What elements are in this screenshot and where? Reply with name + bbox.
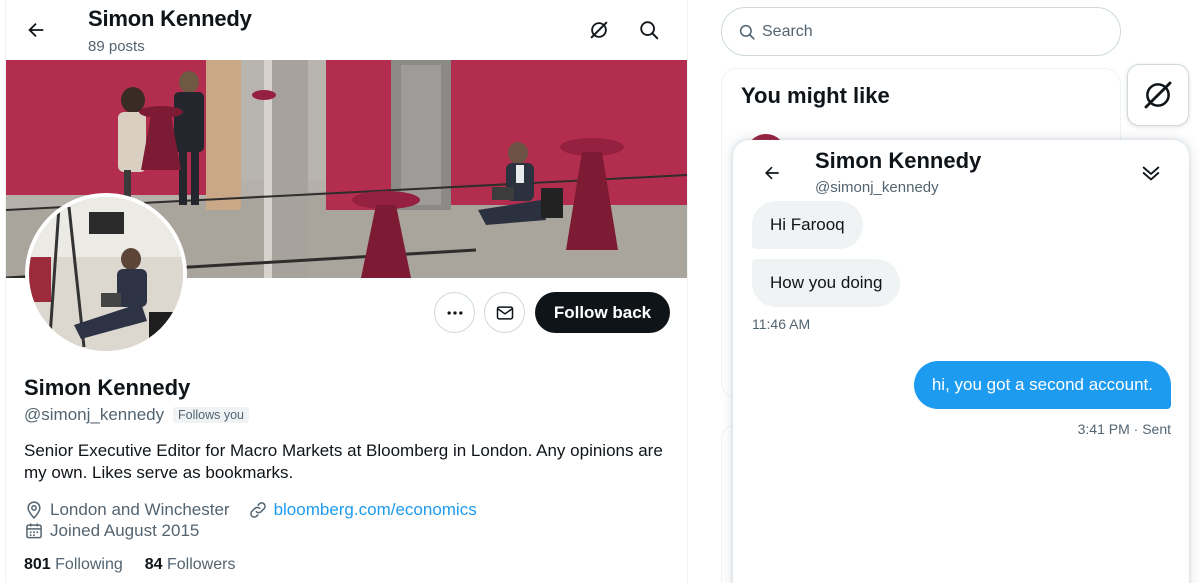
profile-meta-row: London and Winchester bloomberg.com/econ… (24, 500, 477, 520)
grok-icon (590, 21, 608, 39)
profile-search-button[interactable] (632, 13, 666, 47)
search-icon (640, 21, 659, 40)
profile-column: Simon Kennedy 89 posts Follow back Simon… (5, 0, 688, 583)
calendar-icon (26, 523, 42, 539)
profile-joined-row: Joined August 2015 (24, 521, 199, 541)
you-might-like-title: You might like (741, 83, 890, 108)
grok-icon (1144, 81, 1172, 109)
search-input[interactable] (762, 22, 1082, 41)
dm-contact-name[interactable]: Simon Kennedy (815, 148, 981, 174)
incoming-timestamp: 11:46 AM (752, 316, 811, 332)
double-chevron-down-icon (1142, 166, 1160, 181)
followers-link[interactable]: 84 Followers (145, 556, 236, 574)
profile-header-bar: Simon Kennedy 89 posts (6, 0, 687, 60)
profile-handle: @simonj_kennedy (24, 405, 165, 424)
sidebar-search[interactable] (721, 7, 1121, 56)
grok-floating-button[interactable] (1127, 64, 1189, 126)
profile-avatar[interactable] (25, 193, 187, 355)
message-button[interactable] (484, 292, 525, 333)
grok-button[interactable] (582, 13, 616, 47)
back-arrow-icon (28, 22, 44, 38)
envelope-icon (496, 305, 513, 320)
more-options-button[interactable] (434, 292, 475, 333)
follow-stats: 801 Following 84 Followers (24, 556, 235, 574)
dm-contact-handle: @simonj_kennedy (815, 179, 939, 196)
profile-website-link[interactable]: bloomberg.com/economics (274, 500, 477, 520)
back-button[interactable] (19, 13, 53, 47)
follows-you-badge: Follows you (173, 407, 249, 423)
profile-name: Simon Kennedy (24, 375, 191, 400)
link-icon (249, 502, 266, 518)
more-dots-icon (447, 310, 462, 315)
message-bubble-incoming[interactable]: How you doing (752, 259, 901, 307)
profile-location: London and Winchester (50, 500, 230, 519)
message-bubble-outgoing[interactable]: hi, you got a second account. (913, 361, 1171, 409)
search-icon (739, 24, 755, 40)
dm-collapse-button[interactable] (1136, 158, 1166, 188)
location-pin-icon (27, 501, 41, 519)
back-arrow-icon (765, 166, 779, 180)
header-name: Simon Kennedy (88, 6, 252, 31)
header-post-count: 89 posts (88, 38, 145, 55)
profile-joined-date: Joined August 2015 (50, 521, 200, 540)
follow-back-button[interactable]: Follow back (535, 292, 670, 333)
avatar-photo (29, 197, 183, 351)
dm-back-button[interactable] (757, 158, 787, 188)
following-link[interactable]: 801 Following (24, 556, 123, 574)
profile-bio: Senior Executive Editor for Macro Market… (24, 441, 663, 482)
outgoing-status: 3:41 PM · Sent (1077, 421, 1171, 437)
message-bubble-incoming[interactable]: Hi Farooq (752, 201, 863, 249)
dm-drawer: Simon Kennedy @simonj_kennedy Hi Farooq … (733, 140, 1189, 583)
